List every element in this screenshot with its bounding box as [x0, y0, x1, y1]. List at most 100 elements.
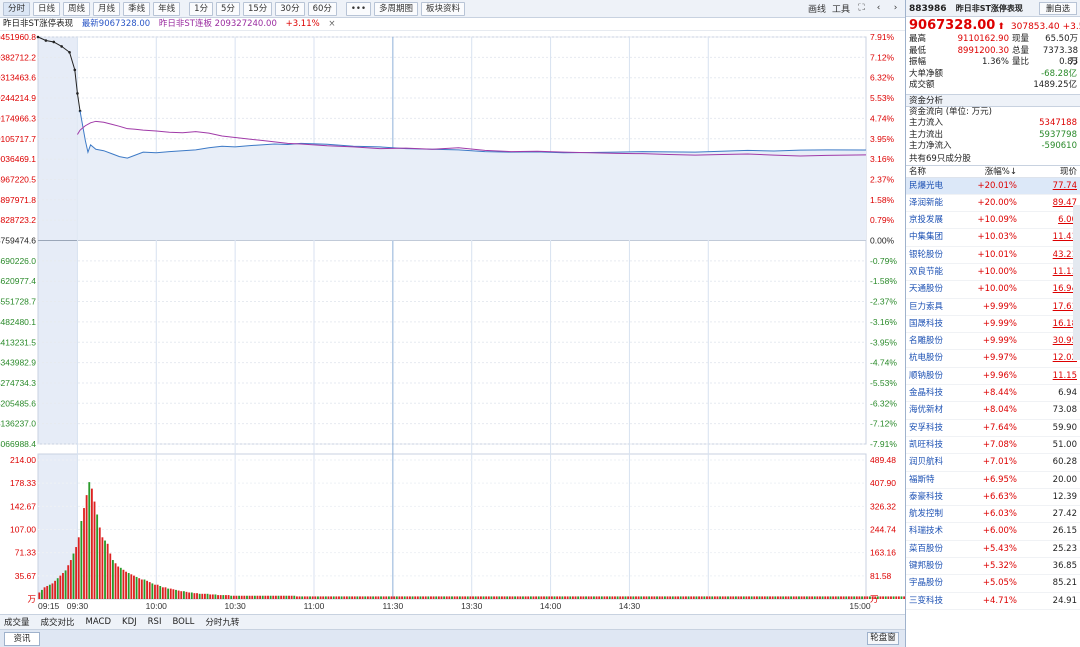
- stock-name[interactable]: 键邦股份: [909, 558, 961, 574]
- period-tab[interactable]: •••: [345, 1, 371, 16]
- stock-row[interactable]: 福斯特 +6.95% 20.00: [906, 472, 1080, 489]
- period-tab[interactable]: 日线: [33, 1, 61, 16]
- lunpan-button[interactable]: 轮盘窗: [867, 632, 899, 645]
- stock-row[interactable]: 泽润新能 +20.00% 89.47: [906, 195, 1080, 213]
- stock-row[interactable]: 巨力索具 +9.99% 17.61: [906, 299, 1080, 316]
- next-icon[interactable]: ›: [890, 3, 901, 14]
- col-price[interactable]: 现价: [1017, 166, 1077, 177]
- close-icon[interactable]: ×: [328, 19, 335, 29]
- stock-row[interactable]: 名雕股份 +9.99% 30.95: [906, 333, 1080, 351]
- indicator-tab[interactable]: 成交量: [4, 616, 30, 628]
- fund-section-title: 资金分析: [906, 93, 1080, 107]
- stock-name[interactable]: 杭电股份: [909, 350, 961, 366]
- x-tick: 13:30: [461, 601, 483, 611]
- stock-price: 12.02: [1052, 353, 1077, 364]
- premarket-point: [68, 50, 71, 54]
- stock-row[interactable]: 科瑞技术 +6.00% 26.15: [906, 523, 1080, 541]
- stock-row[interactable]: 键邦股份 +5.32% 36.85: [906, 558, 1080, 576]
- stock-name[interactable]: 航发控制: [909, 506, 961, 522]
- period-tab[interactable]: 60分: [307, 1, 337, 16]
- stock-name[interactable]: 京投发展: [909, 212, 961, 228]
- stock-name[interactable]: 巨力索具: [909, 299, 961, 315]
- stock-name[interactable]: 泰豪科技: [909, 489, 961, 505]
- stock-name[interactable]: 三变科技: [909, 593, 961, 609]
- stock-name[interactable]: 润贝航科: [909, 454, 961, 470]
- stock-row[interactable]: 杭电股份 +9.97% 12.02: [906, 350, 1080, 368]
- stock-row[interactable]: 泰豪科技 +6.63% 12.39: [906, 489, 1080, 507]
- period-tab[interactable]: 1分: [189, 1, 214, 16]
- fund-label: 主力流入: [909, 118, 944, 128]
- delete-watchlist-button[interactable]: 删自选: [1039, 2, 1077, 15]
- stock-row[interactable]: 民爆光电 +20.01% 77.74: [906, 177, 1080, 195]
- stock-row[interactable]: 顺钠股份 +9.96% 11.15: [906, 368, 1080, 386]
- stock-row[interactable]: 海优新材 +8.04% 73.08: [906, 402, 1080, 420]
- stat-label: 最低: [909, 45, 927, 56]
- indicator-tab[interactable]: MACD: [86, 617, 111, 627]
- stock-name[interactable]: 金晶科技: [909, 385, 961, 401]
- y-right-tick: 5.53%: [870, 93, 895, 103]
- period-tab[interactable]: 5分: [216, 1, 240, 16]
- stock-row[interactable]: 安孚科技 +7.64% 59.90: [906, 420, 1080, 437]
- y-right-tick: -3.16%: [870, 317, 897, 327]
- indicator-tab[interactable]: KDJ: [122, 617, 137, 627]
- stock-name[interactable]: 民爆光电: [909, 178, 961, 194]
- stock-row[interactable]: 银轮股份 +10.01% 43.21: [906, 247, 1080, 264]
- col-pct[interactable]: 涨幅%↓: [961, 166, 1017, 177]
- stock-row[interactable]: 天通股份 +10.00% 16.94: [906, 281, 1080, 299]
- stock-name[interactable]: 天通股份: [909, 281, 961, 297]
- period-tab[interactable]: 年线: [153, 1, 181, 16]
- indicator-tab[interactable]: 成交对比: [41, 616, 75, 628]
- period-tab[interactable]: 板块资料: [420, 1, 465, 16]
- stock-name[interactable]: 顺钠股份: [909, 368, 961, 384]
- stock-row[interactable]: 航发控制 +6.03% 27.42: [906, 506, 1080, 524]
- stock-name[interactable]: 凯旺科技: [909, 437, 961, 453]
- stock-row[interactable]: 国晟科技 +9.99% 16.18: [906, 316, 1080, 334]
- stock-name[interactable]: 银轮股份: [909, 247, 961, 263]
- period-tab[interactable]: 多周期图: [373, 1, 418, 16]
- stat-row: 振幅 1.36% 量比 0.83: [906, 57, 1080, 69]
- period-tab[interactable]: 周线: [63, 1, 91, 16]
- stock-row[interactable]: 金晶科技 +8.44% 6.94: [906, 385, 1080, 403]
- stock-row[interactable]: 双良节能 +10.00% 11.11: [906, 264, 1080, 282]
- period-tab[interactable]: 月线: [93, 1, 121, 16]
- stock-row[interactable]: 凯旺科技 +7.08% 51.00: [906, 437, 1080, 455]
- period-tab[interactable]: 30分: [275, 1, 305, 16]
- stock-name[interactable]: 菜百股份: [909, 541, 961, 557]
- indicator-tab[interactable]: BOLL: [172, 617, 194, 627]
- y-right-tick: 4.74%: [870, 113, 895, 123]
- stock-name[interactable]: 泽润新能: [909, 195, 961, 211]
- chart-svg[interactable]: 9451960.8 7.91% 9382712.2 7.12% 9313463.6 6.3…: [0, 31, 905, 615]
- stock-name[interactable]: 名雕股份: [909, 333, 961, 349]
- expand-icon[interactable]: ⛶: [856, 3, 867, 14]
- stock-name[interactable]: 国晟科技: [909, 316, 961, 332]
- stock-price: 60.28: [1052, 457, 1077, 468]
- indicator-tab[interactable]: 分时九转: [205, 616, 239, 628]
- price-line: 9067328.00⬆ 307853.40+3.51%: [906, 17, 1080, 34]
- stock-name[interactable]: 宇晶股份: [909, 575, 961, 591]
- stock-name[interactable]: 安孚科技: [909, 420, 961, 436]
- tools-button[interactable]: 工具: [832, 2, 850, 15]
- stock-name[interactable]: 中集集团: [909, 229, 961, 245]
- period-tab[interactable]: 季线: [123, 1, 151, 16]
- stock-name[interactable]: 福斯特: [909, 472, 961, 488]
- stock-name[interactable]: 科瑞技术: [909, 523, 961, 539]
- panel-scrollbar[interactable]: [1073, 205, 1080, 360]
- stock-row[interactable]: 中集集团 +10.03% 11.41: [906, 229, 1080, 247]
- col-name[interactable]: 名称: [909, 166, 961, 177]
- stock-name[interactable]: 海优新材: [909, 402, 961, 418]
- stock-row[interactable]: 宇晶股份 +5.05% 85.21: [906, 575, 1080, 593]
- news-tab[interactable]: 资讯: [4, 632, 40, 646]
- quote-panel: 883986 昨日非ST涨停表现 删自选 9067328.00 ⬆ 307853.4…: [905, 0, 1080, 647]
- stock-row[interactable]: 菜百股份 +5.43% 25.23: [906, 541, 1080, 559]
- stock-row[interactable]: 润贝航科 +7.01% 60.28: [906, 454, 1080, 472]
- prev-icon[interactable]: ‹: [873, 3, 884, 14]
- intraday-chart[interactable]: 9451960.8 7.91% 9382712.2 7.12% 9313463.6 6.3…: [0, 31, 905, 615]
- period-tab[interactable]: 分时: [3, 1, 31, 16]
- draw-line-button[interactable]: 画线: [808, 2, 826, 15]
- vol-left-tick: 214.00: [10, 455, 36, 465]
- stock-row[interactable]: 京投发展 +10.09% 6.00: [906, 212, 1080, 230]
- stock-row[interactable]: 三变科技 +4.71% 24.91: [906, 593, 1080, 610]
- stock-name[interactable]: 双良节能: [909, 264, 961, 280]
- indicator-tab[interactable]: RSI: [148, 617, 162, 627]
- period-tab[interactable]: 15分: [242, 1, 273, 16]
